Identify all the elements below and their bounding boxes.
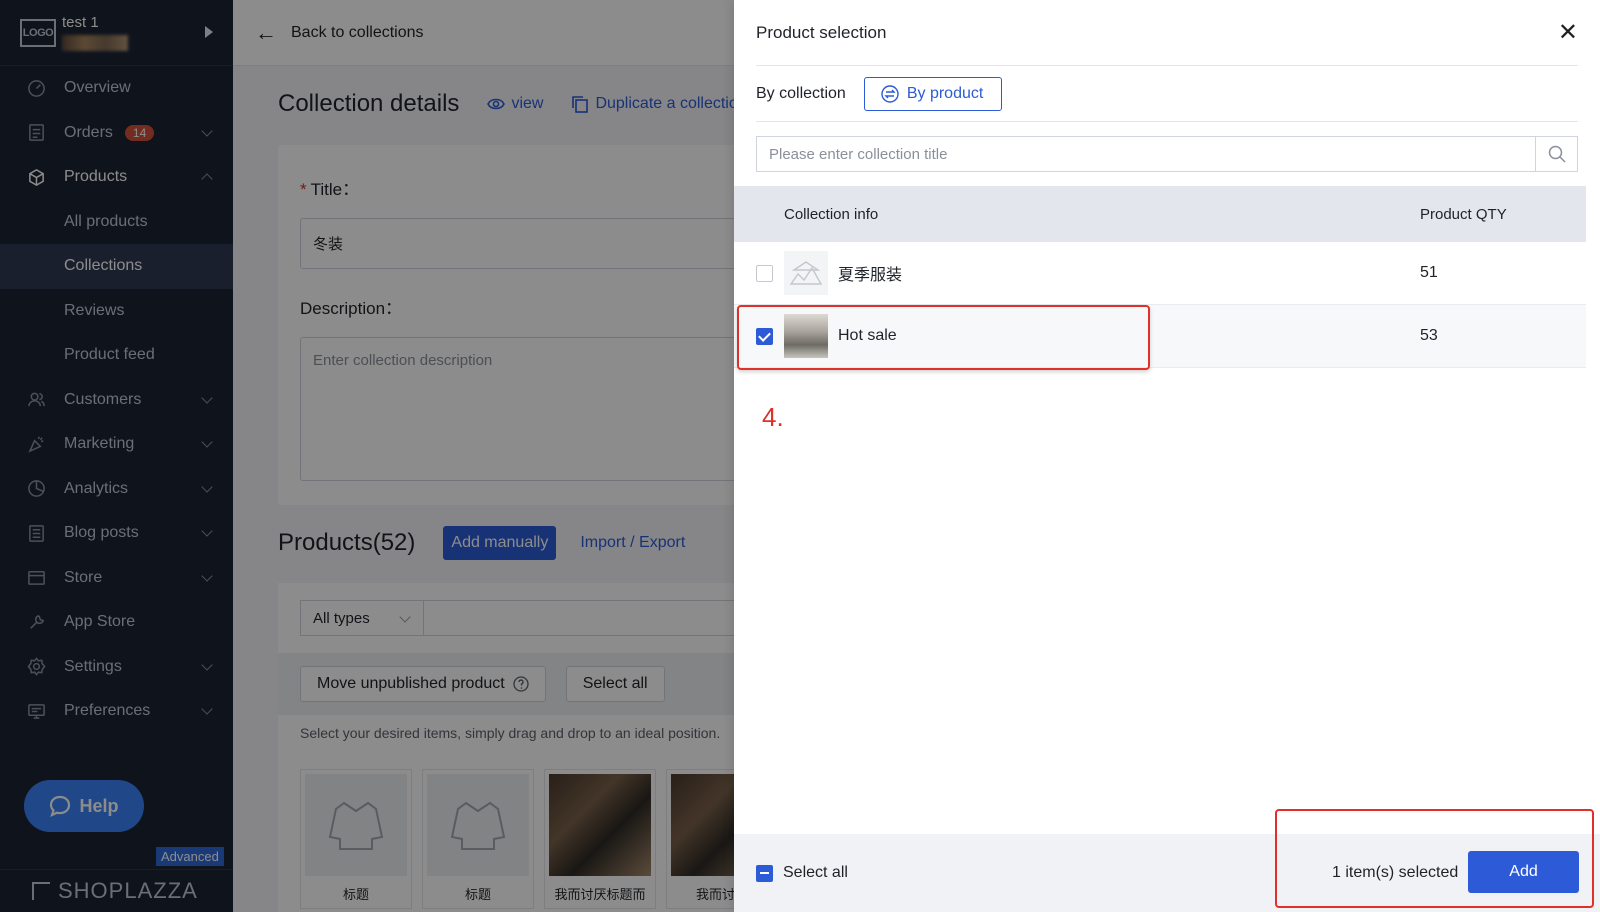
close-icon[interactable]: ✕ [1558,18,1578,47]
image-placeholder-icon [784,251,828,295]
swap-icon [881,84,899,103]
column-collection-info: Collection info [784,205,879,223]
annotation-highlight-row [737,305,1150,370]
annotation-highlight-add [1275,809,1594,908]
column-product-qty: Product QTY [1420,205,1507,223]
product-selection-drawer: Product selection ✕ By collection By pro… [734,0,1600,912]
tab-by-collection[interactable]: By collection [756,85,846,103]
annotation-step-number: 4. [762,402,784,432]
collection-search-input[interactable] [756,136,1535,172]
tab-by-product-label: By product [906,84,984,102]
collection-qty: 53 [1420,327,1438,344]
row-checkbox[interactable] [756,264,773,282]
search-button[interactable] [1535,136,1578,172]
collection-qty: 51 [1420,264,1438,281]
drawer-title: Product selection [756,22,887,42]
tab-by-product[interactable]: By product [863,76,1003,111]
drawer-header: Product selection ✕ [756,0,1578,66]
table-header: Collection info Product QTY [734,186,1586,242]
select-all-toggle[interactable]: Select all [734,864,848,882]
select-all-checkbox[interactable] [756,864,773,882]
collection-search [756,136,1578,172]
modal-backdrop[interactable] [0,0,734,912]
table-row[interactable]: 夏季服装 51 [734,242,1586,305]
search-icon [1548,145,1566,163]
select-all-label: Select all [783,864,848,881]
collection-name: 夏季服装 [838,267,903,284]
selection-mode-tabs: By collection By product [756,66,1578,122]
